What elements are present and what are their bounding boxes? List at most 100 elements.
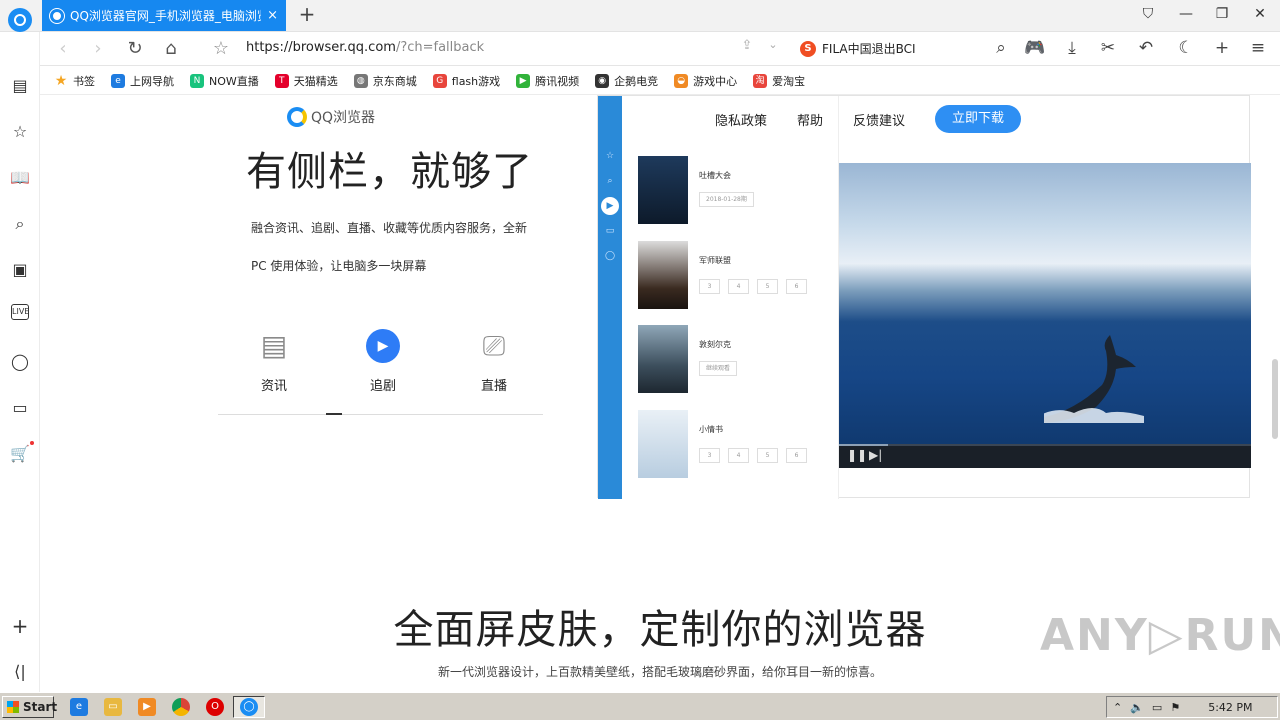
bookmark-item[interactable]: 淘爱淘宝 [753,73,805,89]
bookmark-star-icon[interactable]: ☆ [210,38,232,59]
search-sidebar-icon[interactable]: ⌕ [8,212,32,236]
forward-icon[interactable]: › [87,38,109,59]
video-sidebar-icon[interactable]: ▣ [8,258,32,282]
video-progress[interactable] [839,444,1251,446]
episode: 5 [757,448,778,463]
favorites-sidebar-icon[interactable]: ☆ [8,120,32,144]
reader-sidebar-icon[interactable]: 📖 [8,166,32,190]
qq-browser-logo-icon[interactable] [8,8,32,32]
live-sidebar-icon[interactable]: LIVE [11,304,29,320]
add-icon[interactable]: + [1211,38,1233,58]
chevron-down-icon[interactable]: ⌄ [762,38,784,51]
tab-qq-browser[interactable]: QQ浏览器官网_手机浏览器_电脑浏览器 × [42,0,286,31]
toolbox-sidebar-icon[interactable]: ▭ [8,396,32,420]
url-input[interactable]: https://browser.qq.com/?ch=fallback [246,40,484,55]
flag-icon[interactable]: ⚑ [1170,701,1180,714]
volume-icon[interactable]: 🔈 [1130,701,1144,714]
share-icon[interactable]: ⇪ [736,38,758,53]
download-button[interactable]: 立即下载 [935,105,1022,133]
restore-button[interactable]: ❐ [1210,6,1234,26]
episode: 3 [699,279,720,294]
back-icon[interactable]: ‹ [52,38,74,59]
episode: 6 [786,279,807,294]
url-query: /?ch=fallback [395,40,485,55]
reload-icon[interactable]: ↻ [124,38,146,59]
camera-icon: ▭ [605,226,615,236]
cart-sidebar-icon[interactable]: 🛒 [8,442,32,466]
skin-icon[interactable]: ⛉ [1136,6,1160,26]
close-window-button[interactable]: ✕ [1248,6,1272,26]
night-mode-icon[interactable]: ☾ [1175,38,1197,58]
item-tag: 继续观看 [699,361,738,376]
episode: 5 [757,279,778,294]
next-icon[interactable]: ▶| [869,448,882,462]
bookmark-label: flash游戏 [451,74,501,88]
taskbar-qq-browser[interactable]: ◯ [233,696,265,718]
news-sidebar-icon[interactable]: ▤ [8,74,32,98]
news-icon: ▤ [260,329,288,362]
bookmark-item[interactable]: e 上网导航 [111,73,174,89]
bookmark-label: 企鹅电竞 [614,74,659,88]
episode-list: 3 4 5 6 [699,448,807,463]
bookmark-label: 腾讯视频 [535,74,580,88]
taskbar: Start e ▭ ▶ O ◯ ⌃ 🔈 ▭ ⚑ 5:42 PM [0,692,1280,720]
scissors-icon[interactable]: ✂ [1097,38,1119,58]
opera-icon[interactable]: O [206,698,224,716]
anyrun-watermark: ANY▷RUN [1040,610,1280,661]
video-player[interactable] [839,163,1251,468]
bookmark-item[interactable]: N NOW直播 [190,73,259,89]
chat-sidebar-icon[interactable]: ◯ [8,350,32,374]
search-icon[interactable]: ⌕ [990,38,1012,58]
start-button[interactable]: Start [2,696,57,718]
list-item: 小情书 3 4 5 6 [638,410,838,480]
play-icon: ▶ [366,329,400,363]
bookmark-icon: ★ [54,72,68,89]
feature-news[interactable]: ▤ 资讯 [239,329,309,394]
gamepad-icon[interactable]: 🎮 [1024,38,1046,58]
menu-icon[interactable]: ≡ [1247,38,1269,58]
feature-drama[interactable]: ▶ 追剧 [348,329,418,394]
bookmark-item[interactable]: T 天猫精选 [274,73,338,89]
bookmark-item[interactable]: ★ 书签 [54,73,95,89]
episode: 4 [728,448,749,463]
minimize-button[interactable]: — [1174,6,1198,26]
add-sidebar-icon[interactable]: + [8,614,32,638]
item-name: 吐槽大会 [699,171,731,180]
sogou-search-icon[interactable]: S [800,40,816,57]
chrome-icon[interactable] [172,698,190,716]
download-icon[interactable]: ⤓ [1061,38,1083,58]
scrollbar-thumb[interactable] [1272,359,1278,439]
feature-live[interactable]: ⎚ 直播 [459,329,529,394]
sidebar-mockup: ☆ ⌕ ▶ ▭ ◯ 吐槽大会 2018-01-28期 军师联盟 3 4 5 6 [597,95,1251,499]
search-box[interactable]: S FILA中国退出BCI [800,40,916,57]
ie-icon[interactable]: e [70,698,88,716]
system-tray: ⌃ 🔈 ▭ ⚑ 5:42 PM [1106,696,1278,718]
bookmark-item[interactable]: Gflash游戏 [432,73,501,89]
poster [638,156,688,224]
bookmark-label: 书签 [73,74,95,88]
list-item: 敦刻尔克 继续观看 [638,325,838,395]
collapse-sidebar-icon[interactable]: ⟨| [8,660,32,684]
site-logo[interactable]: QQ浏览器 [287,107,375,127]
section-subtitle: 新一代浏览器设计，上百款精美壁纸，搭配毛玻璃磨砂界面，给你耳目一新的惊喜。 [437,665,882,679]
feature-label: 追剧 [369,379,396,394]
pause-icon[interactable]: ❚❚ [847,448,867,462]
home-icon[interactable]: ⌂ [160,38,182,59]
explorer-icon[interactable]: ▭ [104,698,122,716]
media-player-icon[interactable]: ▶ [138,698,156,716]
tab-close-button[interactable]: × [267,8,278,23]
bookmark-item[interactable]: ◍ 京东商城 [353,73,417,89]
feedback-link[interactable]: 反馈建议 [853,110,905,129]
help-link[interactable]: 帮助 [797,110,823,129]
undo-icon[interactable]: ↶ [1135,38,1157,58]
bookmark-item[interactable]: ▶ 腾讯视频 [516,73,579,89]
bookmark-label: NOW直播 [209,74,259,88]
new-tab-button[interactable]: + [296,4,318,26]
bookmark-icon: ◒ [674,73,689,88]
item-name: 小情书 [699,425,723,434]
bookmark-item[interactable]: ◉ 企鹅电竞 [595,73,658,89]
bookmark-item[interactable]: ◒ 游戏中心 [674,73,737,89]
show-hidden-icon[interactable]: ⌃ [1113,701,1122,714]
network-icon[interactable]: ▭ [1152,701,1162,714]
privacy-link[interactable]: 隐私政策 [715,110,767,129]
